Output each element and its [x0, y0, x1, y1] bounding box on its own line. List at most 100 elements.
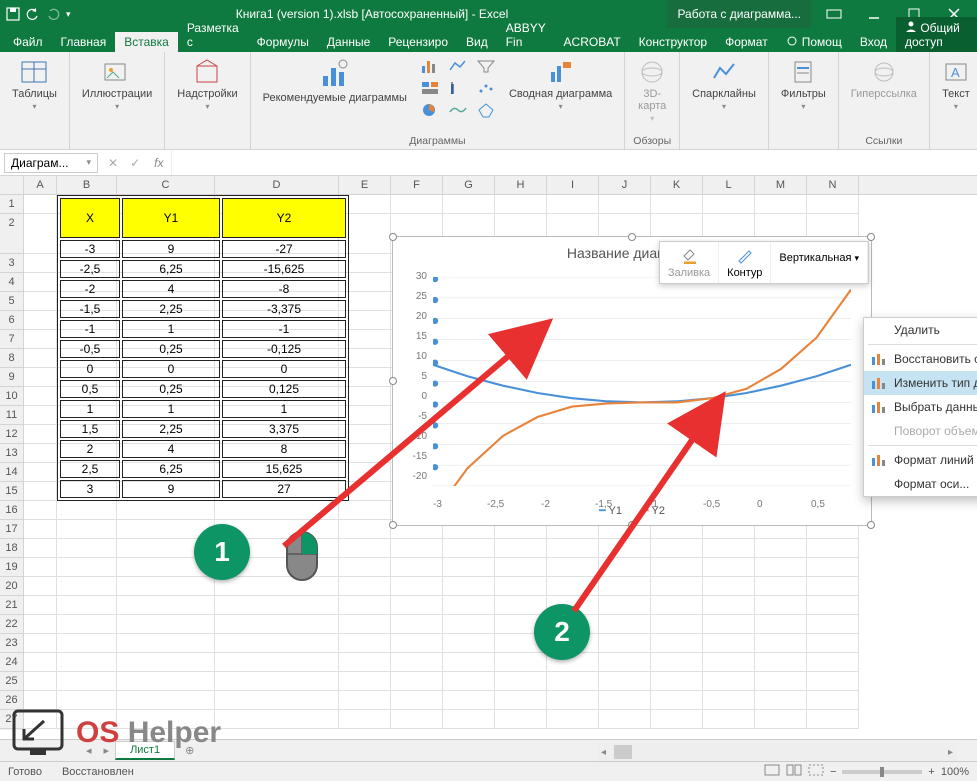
recommended-charts-button[interactable]: Рекомендуемые диаграммы: [259, 56, 411, 106]
horizontal-scrollbar[interactable]: ◂▸: [597, 743, 957, 761]
view-layout-icon[interactable]: [786, 764, 802, 779]
table-cell[interactable]: 6,25: [122, 260, 220, 278]
context-menu-item[interactable]: Изменить тип диаграммы...: [864, 371, 977, 395]
table-cell[interactable]: -8: [222, 280, 346, 298]
tab-home[interactable]: Главная: [52, 32, 116, 52]
table-cell[interactable]: 1: [122, 320, 220, 338]
filters-button[interactable]: Фильтры▾: [777, 56, 830, 113]
undo-icon[interactable]: [26, 7, 40, 21]
tab-formulas[interactable]: Формулы: [248, 32, 318, 52]
zoom-out-icon[interactable]: −: [830, 766, 836, 778]
table-cell[interactable]: -2,5: [60, 260, 120, 278]
table-cell[interactable]: 6,25: [122, 460, 220, 478]
zoom-slider[interactable]: [842, 770, 922, 774]
row-headers[interactable]: 1234567891011121314151617181920212223242…: [0, 176, 24, 730]
table-cell[interactable]: 1: [60, 400, 120, 418]
table-cell[interactable]: -15,625: [222, 260, 346, 278]
table-cell[interactable]: 2: [60, 440, 120, 458]
minimize-icon[interactable]: [855, 0, 893, 28]
context-menu-item[interactable]: Удалить: [864, 318, 977, 342]
table-cell[interactable]: -0,5: [60, 340, 120, 358]
table-cell[interactable]: 4: [122, 280, 220, 298]
vertical-dropdown[interactable]: Вертикальная ▾: [771, 242, 868, 283]
table-cell[interactable]: 9: [122, 480, 220, 498]
tables-button[interactable]: Таблицы▾: [8, 56, 61, 113]
table-cell[interactable]: -1,5: [60, 300, 120, 318]
formula-input[interactable]: [171, 150, 977, 175]
table-cell[interactable]: -2: [60, 280, 120, 298]
tab-format[interactable]: Формат: [716, 32, 777, 52]
text-button[interactable]: AТекст▾: [938, 56, 974, 113]
ribbon-tabs: Файл Главная Вставка Разметка с Формулы …: [0, 28, 977, 52]
table-cell[interactable]: 0,5: [60, 380, 120, 398]
funnel-icon[interactable]: [476, 58, 496, 74]
mini-toolbar: Заливка Контур Вертикальная ▾: [659, 241, 869, 284]
table-cell[interactable]: 1: [122, 400, 220, 418]
signin[interactable]: Вход: [851, 32, 896, 52]
table-cell[interactable]: 1,5: [60, 420, 120, 438]
table-cell[interactable]: -1: [60, 320, 120, 338]
tab-layout[interactable]: Разметка с: [178, 18, 248, 52]
table-cell[interactable]: 2,25: [122, 300, 220, 318]
surface-icon[interactable]: [448, 102, 468, 118]
illustrations-button[interactable]: Иллюстрации▾: [78, 56, 156, 113]
table-cell[interactable]: -27: [222, 240, 346, 258]
pie-chart-icon[interactable]: [420, 102, 440, 118]
sparklines-button[interactable]: Спарклайны▾: [688, 56, 760, 113]
tab-review[interactable]: Рецензиро: [379, 32, 457, 52]
stats-chart-icon[interactable]: [448, 80, 468, 96]
qat-dropdown-icon[interactable]: ▾: [66, 9, 71, 20]
3dmap-button[interactable]: 3D-карта▾: [633, 56, 671, 125]
pivotchart-button[interactable]: Сводная диаграмма▾: [505, 56, 616, 113]
chart-gallery[interactable]: [417, 56, 499, 120]
table-cell[interactable]: 4: [122, 440, 220, 458]
table-cell[interactable]: 0,25: [122, 340, 220, 358]
bar-chart-icon[interactable]: [420, 58, 440, 74]
outline-button[interactable]: Контур: [719, 242, 771, 283]
redo-icon[interactable]: [46, 7, 60, 21]
table-cell[interactable]: -3: [60, 240, 120, 258]
save-icon[interactable]: [6, 7, 20, 21]
formula-bar: Диаграм...▾ ✕ ✓ fx: [0, 150, 977, 176]
fill-button[interactable]: Заливка: [660, 242, 719, 283]
ribbon-display-icon[interactable]: [815, 0, 853, 28]
table-cell[interactable]: 9: [122, 240, 220, 258]
scatter-icon[interactable]: [476, 80, 496, 96]
context-menu-item[interactable]: Восстановить стиль: [864, 347, 977, 371]
select-all[interactable]: [0, 176, 24, 195]
addins-button[interactable]: Надстройки▾: [173, 56, 241, 113]
table-cell[interactable]: 0: [60, 360, 120, 378]
zoom-in-icon[interactable]: +: [928, 766, 934, 778]
enter-icon[interactable]: ✓: [124, 156, 146, 170]
zoom-level[interactable]: 100%: [941, 766, 969, 778]
tab-acrobat[interactable]: ACROBAT: [555, 32, 630, 52]
hyperlink-button[interactable]: Гиперссылка: [847, 56, 921, 102]
tab-file[interactable]: Файл: [4, 32, 52, 52]
context-menu-item[interactable]: Формат оси...: [864, 472, 977, 496]
view-pagebreak-icon[interactable]: [808, 764, 824, 779]
name-box[interactable]: Диаграм...▾: [4, 153, 98, 173]
radar-icon[interactable]: [476, 102, 496, 118]
tell-me[interactable]: Помощ: [777, 32, 851, 52]
store-icon: [193, 58, 221, 86]
line-chart-icon[interactable]: [448, 58, 468, 74]
table-cell[interactable]: 0: [122, 360, 220, 378]
table-cell[interactable]: 3: [60, 480, 120, 498]
table-cell[interactable]: 2,25: [122, 420, 220, 438]
table-cell[interactable]: 2,5: [60, 460, 120, 478]
tab-design[interactable]: Конструктор: [630, 32, 716, 52]
context-menu-item[interactable]: Выбрать данные...: [864, 395, 977, 419]
link-icon: [870, 58, 898, 86]
tab-abbyy[interactable]: ABBYY Fin: [497, 18, 555, 52]
tab-data[interactable]: Данные: [318, 32, 379, 52]
fx-icon[interactable]: fx: [146, 156, 171, 170]
context-menu-item[interactable]: Формат линий сетки...: [864, 448, 977, 472]
share-button[interactable]: Общий доступ: [896, 17, 977, 52]
cancel-icon[interactable]: ✕: [102, 156, 124, 170]
tab-insert[interactable]: Вставка: [115, 32, 178, 52]
table-cell[interactable]: 0,25: [122, 380, 220, 398]
column-headers[interactable]: ABCDEFGHIJKLMN: [24, 176, 977, 195]
tab-view[interactable]: Вид: [457, 32, 497, 52]
hierarchy-icon[interactable]: [420, 80, 440, 96]
view-normal-icon[interactable]: [764, 764, 780, 779]
